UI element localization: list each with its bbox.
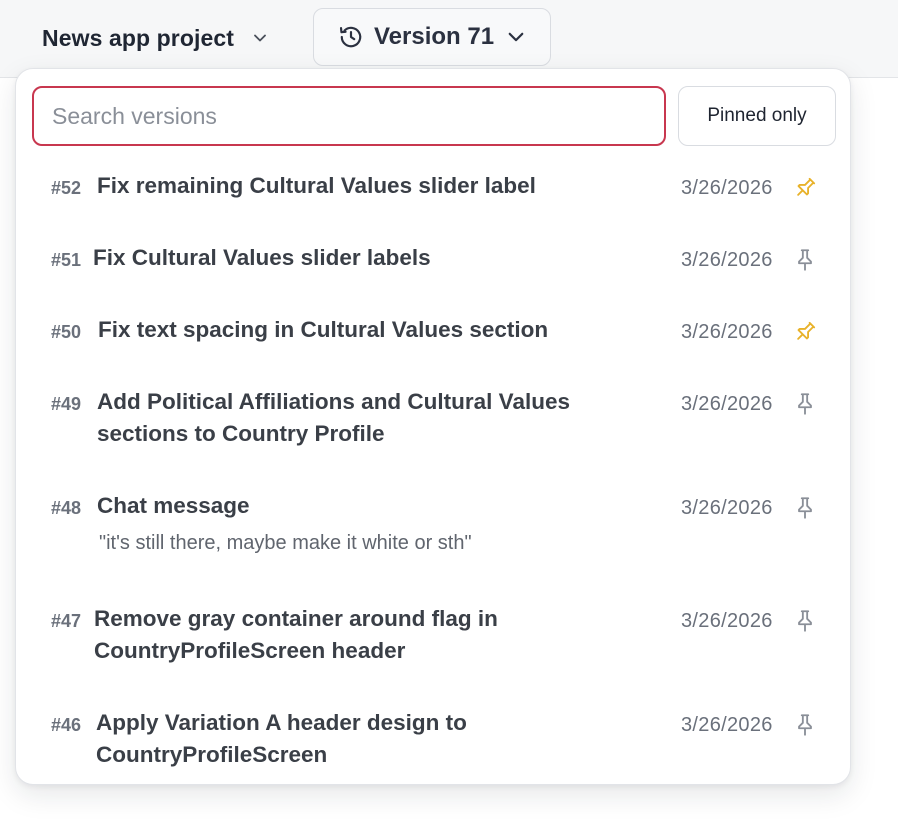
project-selector[interactable]: News app project xyxy=(30,12,280,64)
version-number: #48 xyxy=(51,498,82,518)
search-input[interactable] xyxy=(32,86,666,146)
project-name: News app project xyxy=(42,24,235,51)
version-label: Version 71 xyxy=(374,23,495,50)
version-number: #50 xyxy=(51,322,82,342)
pin-icon[interactable] xyxy=(792,247,818,273)
version-date: 3/26/2026 xyxy=(681,249,773,271)
pin-icon[interactable] xyxy=(792,712,818,738)
version-date: 3/26/2026 xyxy=(681,714,773,736)
version-date: 3/26/2026 xyxy=(681,497,773,519)
version-number: #49 xyxy=(51,394,82,414)
chevron-down-icon xyxy=(252,30,268,46)
version-row[interactable]: #47 Remove gray container around flag in… xyxy=(16,606,850,692)
version-title: Fix Cultural Values slider labels xyxy=(93,245,431,270)
version-title: Remove gray container around flag in Cou… xyxy=(94,606,498,663)
version-title: Apply Variation A header design to Count… xyxy=(96,710,467,767)
version-row[interactable]: #46 Apply Variation A header design to C… xyxy=(16,710,850,784)
pinned-only-button[interactable]: Pinned only xyxy=(678,86,836,146)
version-date: 3/26/2026 xyxy=(681,321,773,343)
version-row[interactable]: #50 Fix text spacing in Cultural Values … xyxy=(16,317,850,371)
pin-icon[interactable] xyxy=(792,495,818,521)
version-row[interactable]: #49 Add Political Affiliations and Cultu… xyxy=(16,389,850,475)
version-number: #47 xyxy=(51,611,82,631)
version-number: #52 xyxy=(51,178,82,198)
pin-icon[interactable] xyxy=(792,175,818,201)
version-date: 3/26/2026 xyxy=(681,393,773,415)
version-title: Add Political Affiliations and Cultural … xyxy=(97,389,570,446)
version-number: #46 xyxy=(51,715,82,735)
version-date: 3/26/2026 xyxy=(681,610,773,632)
version-title: Fix text spacing in Cultural Values sect… xyxy=(98,317,549,342)
version-row[interactable]: #52 Fix remaining Cultural Values slider… xyxy=(16,173,850,227)
version-date: 3/26/2026 xyxy=(681,177,773,199)
version-message: "it's still there, maybe make it white o… xyxy=(99,532,472,554)
pin-icon[interactable] xyxy=(792,319,818,345)
version-selector[interactable]: Version 71 xyxy=(313,8,551,66)
version-title: Fix remaining Cultural Values slider lab… xyxy=(97,173,536,198)
version-title: Chat message xyxy=(97,493,250,518)
chevron-down-icon xyxy=(506,27,526,47)
version-row[interactable]: #51 Fix Cultural Values slider labels 3/… xyxy=(16,245,850,299)
version-dropdown: Pinned only #52 Fix remaining Cultural V… xyxy=(15,68,851,785)
version-row[interactable]: #48 Chat message "it's still there, mayb… xyxy=(16,493,850,587)
pin-icon[interactable] xyxy=(792,391,818,417)
pin-icon[interactable] xyxy=(792,608,818,634)
version-number: #51 xyxy=(51,250,82,270)
history-icon xyxy=(338,24,364,50)
